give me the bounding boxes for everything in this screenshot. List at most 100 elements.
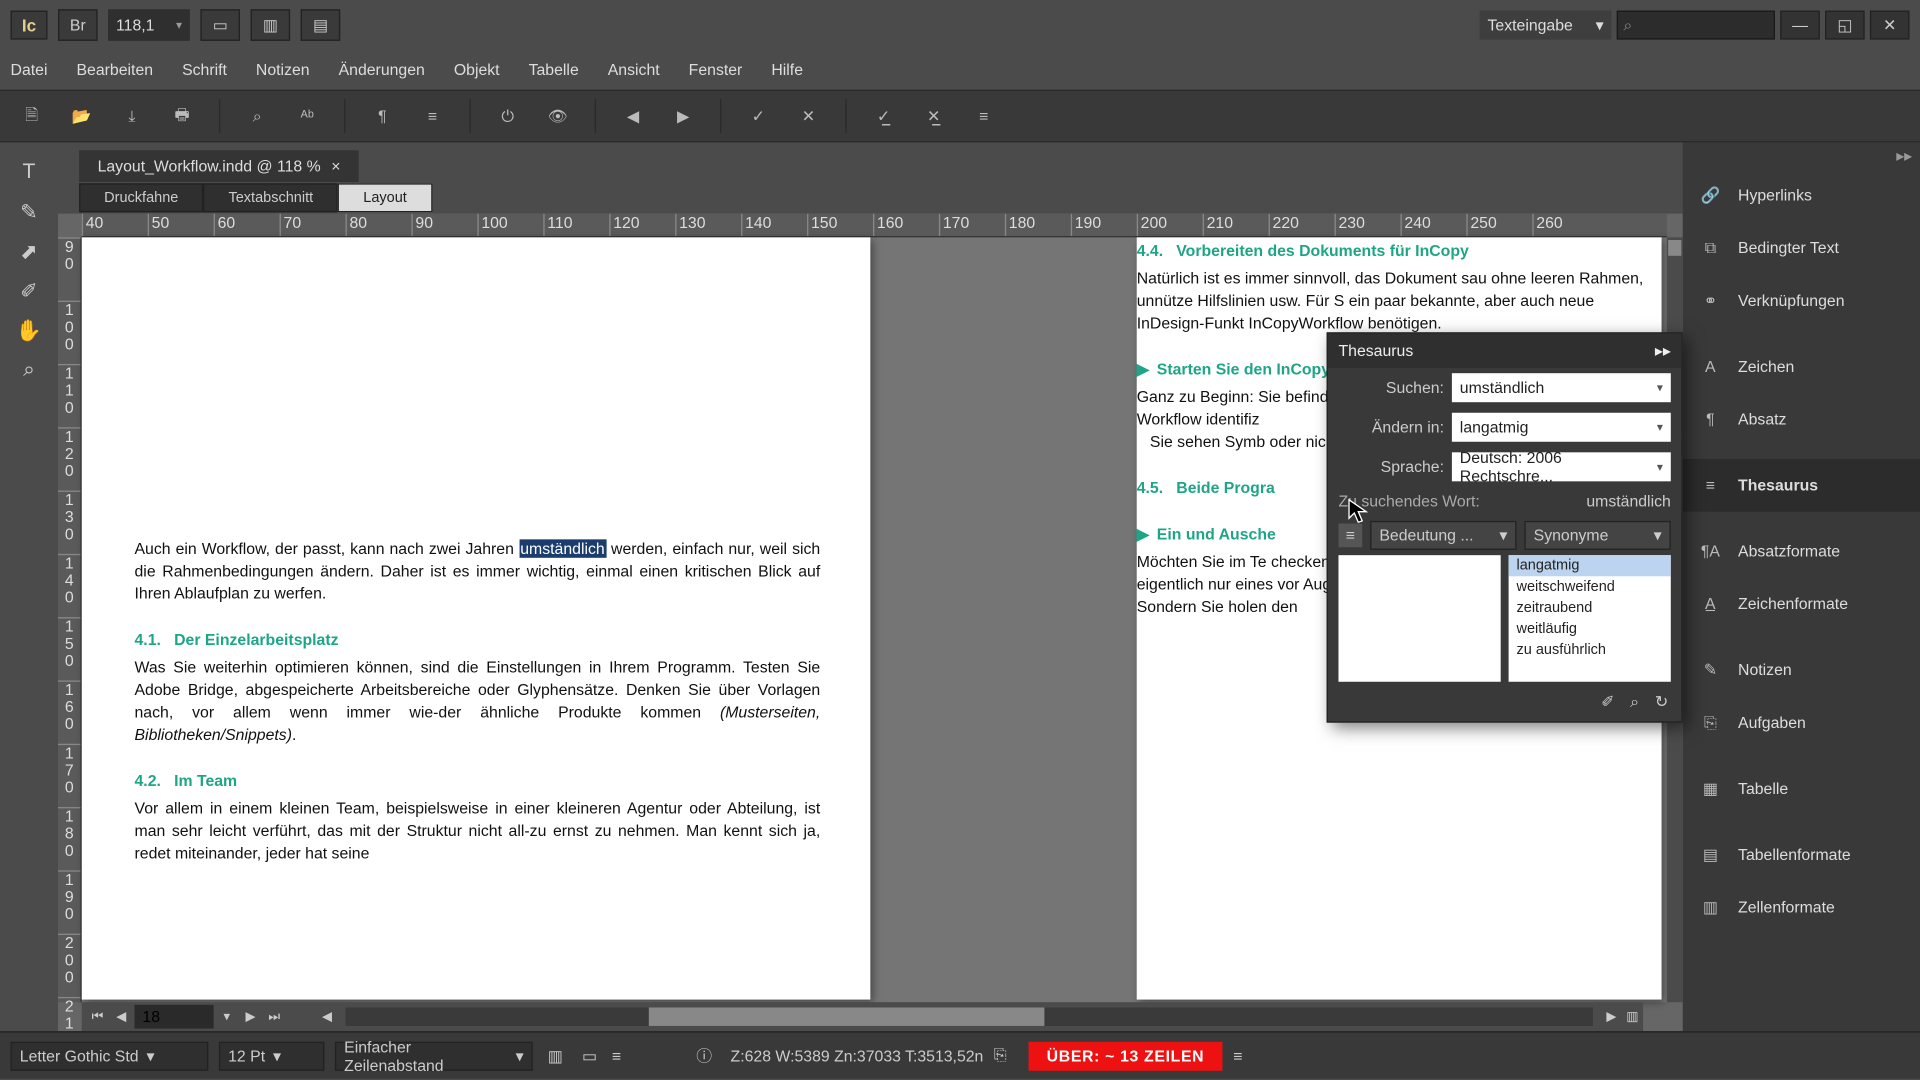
zoom-tool-icon[interactable]: ⌕ <box>9 353 49 387</box>
tab-textabschnitt[interactable]: Textabschnitt <box>203 183 338 212</box>
panel-tabelle[interactable]: ▦Tabelle <box>1683 762 1920 815</box>
lookup-icon[interactable]: ⌕ <box>1630 692 1639 712</box>
menu-icon[interactable]: ≡ <box>965 100 1002 132</box>
minimize-button[interactable]: — <box>1780 11 1820 40</box>
document-tab[interactable]: Layout_Workflow.indd @ 118 %× <box>79 150 359 182</box>
panel-verknüpfungen[interactable]: ⚭Verknüpfungen <box>1683 274 1920 327</box>
type-tool-icon[interactable]: T <box>9 156 49 190</box>
reject-all-icon[interactable]: ✕̲ <box>915 100 952 132</box>
change-icon[interactable]: ↻ <box>1655 692 1668 710</box>
hand-tool-icon[interactable]: ✋ <box>9 314 49 348</box>
hidden-chars-icon[interactable]: ¶ <box>364 100 401 132</box>
thesaurus-language-field[interactable]: Deutsch: 2006 Rechtschre...▾ <box>1452 452 1671 481</box>
synonym-item[interactable]: zu ausführlich <box>1509 640 1671 661</box>
accept-all-icon[interactable]: ✓̲ <box>865 100 902 132</box>
menu-aenderungen[interactable]: Änderungen <box>339 61 425 79</box>
panel-zellenformate[interactable]: ▥Zellenformate <box>1683 881 1920 934</box>
synonym-item[interactable]: weitläufig <box>1509 618 1671 639</box>
bridge-icon[interactable]: Br <box>58 9 98 41</box>
maximize-button[interactable]: ◱ <box>1825 11 1865 40</box>
tab-druckfahne[interactable]: Druckfahne <box>79 183 203 212</box>
panel-zeichen[interactable]: AZeichen <box>1683 340 1920 393</box>
options-icon[interactable]: ≡ <box>414 100 451 132</box>
synonym-item[interactable]: weitschweifend <box>1509 576 1671 597</box>
power-icon[interactable]: ⏻ <box>489 100 526 132</box>
next-page-icon[interactable]: ▶ <box>240 1006 261 1027</box>
synonym-item[interactable]: langatmig <box>1509 555 1671 576</box>
leading-dropdown[interactable]: Einfacher Zeilenabstand▾ <box>335 1041 533 1070</box>
menu-schrift[interactable]: Schrift <box>182 61 227 79</box>
position-tool-icon[interactable]: ⬈ <box>9 235 49 269</box>
menu-ansicht[interactable]: Ansicht <box>608 61 660 79</box>
horizontal-scrollbar[interactable] <box>345 1007 1592 1025</box>
search-input[interactable]: ⌕ <box>1617 11 1775 40</box>
menu-fenster[interactable]: Fenster <box>689 61 743 79</box>
save-icon[interactable]: ⤓ <box>113 100 150 132</box>
horizontal-ruler: 4050607080901001101201301401501601701801… <box>82 214 1667 238</box>
menu-objekt[interactable]: Objekt <box>454 61 500 79</box>
preview-icon[interactable]: 👁 <box>539 100 576 132</box>
menu-bearbeiten[interactable]: Bearbeiten <box>77 61 154 79</box>
column-icon[interactable]: ▥ <box>543 1046 567 1064</box>
app-icon: Ic <box>11 11 48 40</box>
print-icon[interactable]: 🖶 <box>164 100 201 132</box>
workspace-dropdown[interactable]: Texteingabe▾ <box>1480 11 1612 40</box>
prev-icon[interactable]: ◀ <box>615 100 652 132</box>
definition-icon[interactable]: ≡ <box>1338 524 1362 548</box>
spellcheck-icon[interactable]: ᴬᵇ <box>289 100 326 132</box>
assignment-icon: ⎘ <box>994 1046 1018 1066</box>
panel-menu-icon[interactable]: ▸▸ <box>1655 342 1671 360</box>
thesaurus-change-field[interactable]: langatmig▾ <box>1452 413 1671 442</box>
panel-aufgaben[interactable]: ⎘Aufgaben <box>1683 696 1920 749</box>
menubar[interactable]: Datei Bearbeiten Schrift Notizen Änderun… <box>0 50 1920 90</box>
panel-icon: A <box>1696 355 1725 379</box>
collapse-panels-icon[interactable]: ▸▸ <box>1683 142 1920 168</box>
meaning-dropdown[interactable]: Bedeutung ...▾ <box>1370 521 1516 550</box>
synonyms-list[interactable]: langatmigweitschweifendzeitraubendweitlä… <box>1509 555 1671 682</box>
thesaurus-panel[interactable]: Thesaurus▸▸ Suchen:umständlich▾ Ändern i… <box>1327 332 1683 722</box>
menu-hilfe[interactable]: Hilfe <box>771 61 803 79</box>
accept-icon[interactable]: ✓ <box>740 100 777 132</box>
selected-word[interactable]: umständlich <box>519 539 606 557</box>
close-tab-icon[interactable]: × <box>331 157 340 175</box>
panel-thesaurus[interactable]: ≡Thesaurus <box>1683 459 1920 512</box>
view-options-icon[interactable]: ▤ <box>301 9 341 41</box>
open-icon[interactable]: 📂 <box>63 100 100 132</box>
page-number-field[interactable]: 18 <box>135 1005 214 1029</box>
panel-icon: 🔗 <box>1696 183 1725 207</box>
panel-hyperlinks[interactable]: 🔗Hyperlinks <box>1683 169 1920 222</box>
meanings-list[interactable] <box>1338 555 1500 682</box>
note-tool-icon[interactable]: ✎ <box>9 195 49 229</box>
first-page-icon[interactable]: ⏮ <box>87 1006 108 1027</box>
synonym-item[interactable]: zeitraubend <box>1509 597 1671 618</box>
last-page-icon[interactable]: ⏭ <box>264 1006 285 1027</box>
panel-notizen[interactable]: ✎Notizen <box>1683 644 1920 697</box>
panel-tabellenformate[interactable]: ▤Tabellenformate <box>1683 828 1920 881</box>
menu-notizen[interactable]: Notizen <box>256 61 310 79</box>
panel-absatz[interactable]: ¶Absatz <box>1683 393 1920 446</box>
split-view-icon[interactable]: ▥ <box>1622 1006 1643 1027</box>
eyedropper-tool-icon[interactable]: ✐ <box>9 274 49 308</box>
arrange-icon[interactable]: ▥ <box>251 9 291 41</box>
panel-absatzformate[interactable]: ¶AAbsatzformate <box>1683 525 1920 578</box>
font-family-dropdown[interactable]: Letter Gothic Std▾ <box>11 1041 209 1070</box>
panel-zeichenformate[interactable]: A̲Zeichenformate <box>1683 578 1920 631</box>
zoom-dropdown[interactable]: 118,1▾ <box>108 9 190 41</box>
close-button[interactable]: ✕ <box>1870 11 1910 40</box>
find-icon[interactable]: ⌕ <box>239 100 276 132</box>
tab-layout[interactable]: Layout <box>338 183 432 212</box>
relation-dropdown[interactable]: Synonyme▾ <box>1524 521 1670 550</box>
page-navigator[interactable]: ⏮ ◀ 18 ▾ ▶ ⏭ ◀ ▶ ▥ <box>82 1002 1643 1031</box>
load-word-icon[interactable]: ✐ <box>1601 692 1614 710</box>
menu-datei[interactable]: Datei <box>11 61 48 79</box>
reject-icon[interactable]: ✕ <box>790 100 827 132</box>
menu-tabelle[interactable]: Tabelle <box>529 61 579 79</box>
frame-icon[interactable]: ▭ <box>578 1046 602 1064</box>
screen-mode-icon[interactable]: ▭ <box>200 9 240 41</box>
panel-bedingter text[interactable]: ⧉Bedingter Text <box>1683 222 1920 275</box>
prev-page-icon[interactable]: ◀ <box>111 1006 132 1027</box>
next-icon[interactable]: ▶ <box>665 100 702 132</box>
font-size-dropdown[interactable]: 12 Pt▾ <box>219 1041 324 1070</box>
new-icon[interactable]: 🗎 <box>13 100 50 132</box>
thesaurus-search-field[interactable]: umständlich▾ <box>1452 373 1671 402</box>
